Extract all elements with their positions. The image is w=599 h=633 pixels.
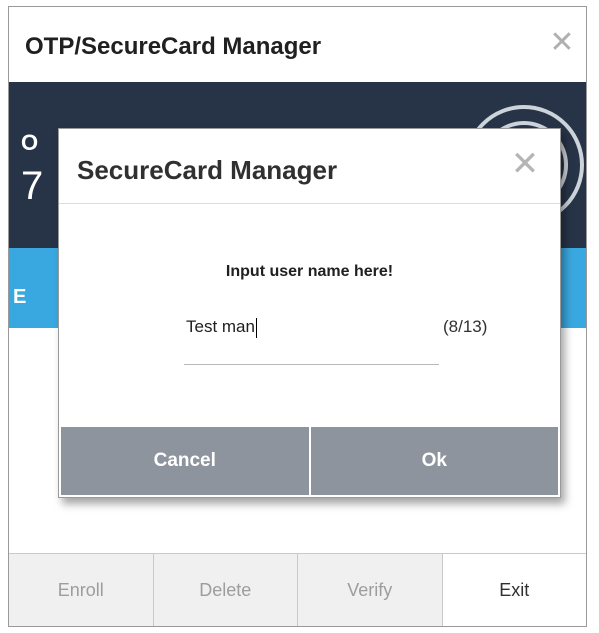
enroll-button[interactable]: Enroll: [9, 554, 154, 626]
action-bar: Enroll Delete Verify Exit: [9, 553, 586, 626]
dialog-prompt: Input user name here!: [225, 263, 394, 280]
title-bar: OTP/SecureCard Manager ✕: [9, 7, 586, 82]
close-icon[interactable]: ✕: [548, 28, 576, 58]
dialog-divider: [59, 203, 560, 204]
delete-button[interactable]: Delete: [153, 554, 298, 626]
ok-button[interactable]: Ok: [308, 427, 559, 495]
dialog-title: SecureCard Manager: [77, 155, 338, 185]
exit-button[interactable]: Exit: [442, 554, 586, 626]
username-dialog: SecureCard Manager ✕ Input user name her…: [58, 128, 561, 498]
verify-button[interactable]: Verify: [298, 554, 443, 626]
header-partial-number: 7: [21, 164, 44, 208]
username-input[interactable]: Test man: [184, 307, 439, 365]
character-counter: (8/13): [443, 317, 488, 336]
username-input-value[interactable]: Test man: [186, 317, 257, 338]
close-icon[interactable]: ✕: [510, 147, 540, 181]
dialog-button-row: Cancel Ok: [61, 427, 558, 495]
cancel-button[interactable]: Cancel: [61, 427, 309, 495]
header-partial-text: O: [21, 130, 39, 155]
window-title: OTP/SecureCard Manager: [25, 33, 322, 60]
status-partial-text: E: [13, 286, 27, 308]
